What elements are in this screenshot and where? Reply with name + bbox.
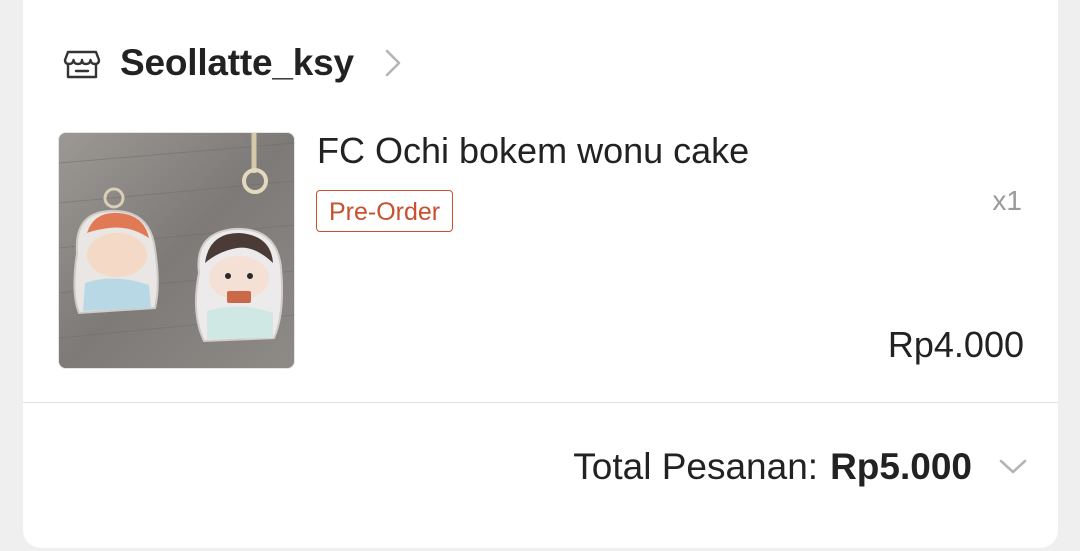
product-quantity: x1 [992,185,1022,216]
order-total-toggle[interactable]: Total Pesanan: Rp5.000 [573,446,1028,488]
shop-header[interactable]: Seollatte_ksy [63,38,402,88]
product-price: Rp4.000 [887,324,1024,365]
chevron-right-icon [385,49,401,77]
chevron-down-icon [999,459,1027,474]
total-value: Rp5.000 [830,446,972,487]
shop-name: Seollatte_ksy [120,42,354,83]
order-card: Seollatte_ksy FC Ochi bokem wonu cake Pr… [23,0,1058,548]
product-thumbnail[interactable] [58,132,295,369]
product-name[interactable]: FC Ochi bokem wonu cake [317,130,749,172]
store-icon [63,50,101,79]
pre-order-badge: Pre-Order [316,190,454,232]
divider [23,402,1058,403]
total-label: Total Pesanan: [573,446,819,487]
acrylic-keychain-photo [59,133,294,368]
